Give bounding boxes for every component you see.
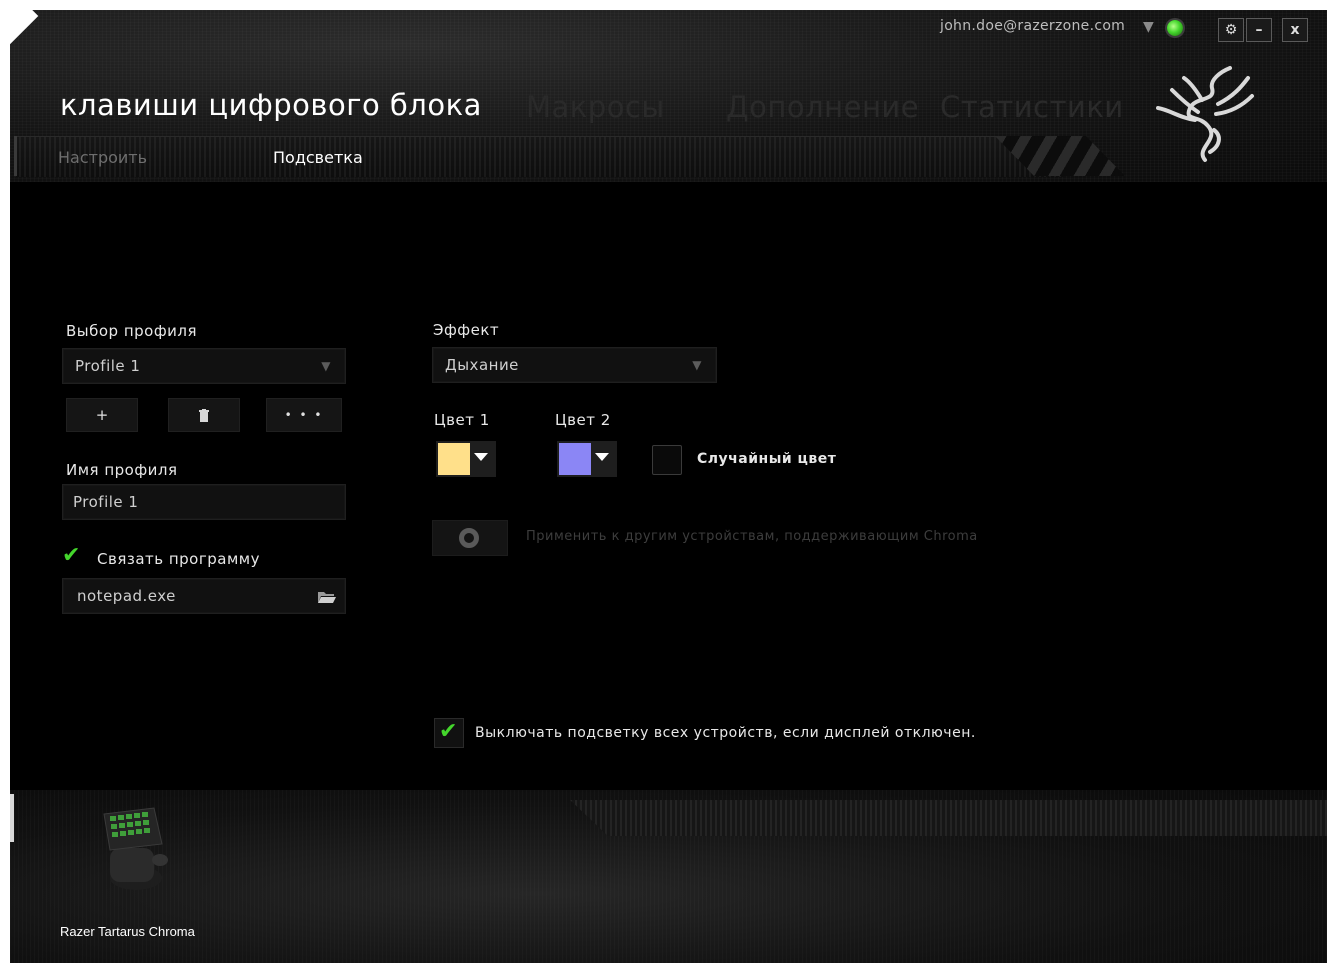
turn-off-lighting-checkbox[interactable]: ✔ bbox=[434, 718, 464, 748]
effect-dropdown-value: Дыхание bbox=[445, 356, 519, 374]
sub-navigation-bar bbox=[14, 136, 1064, 177]
profile-name-input[interactable]: Profile 1 bbox=[62, 484, 346, 520]
device-name: Razer Tartarus Chroma bbox=[60, 924, 195, 939]
close-button[interactable]: x bbox=[1282, 18, 1308, 42]
tab-macros[interactable]: Макросы bbox=[526, 90, 665, 124]
turn-off-lighting-label: Выключать подсветку всех устройств, если… bbox=[475, 725, 976, 741]
keypad-device-icon[interactable] bbox=[96, 804, 176, 894]
chevron-down-icon bbox=[474, 453, 488, 461]
profile-dropdown-value: Profile 1 bbox=[75, 357, 141, 375]
link-program-checkbox[interactable]: ✔ bbox=[62, 543, 84, 568]
minimize-button[interactable]: – bbox=[1246, 18, 1272, 42]
profile-name-label: Имя профиля bbox=[66, 461, 178, 479]
online-status-icon bbox=[1167, 20, 1183, 36]
apply-chroma-toggle[interactable] bbox=[432, 520, 508, 556]
settings-gear-icon[interactable]: ⚙ bbox=[1218, 18, 1244, 42]
effect-label: Эффект bbox=[433, 321, 500, 339]
program-path-value: notepad.exe bbox=[77, 587, 176, 605]
random-color-checkbox[interactable] bbox=[652, 445, 682, 475]
color1-picker[interactable] bbox=[436, 441, 496, 477]
footer-accent bbox=[10, 794, 14, 842]
chroma-ring-icon bbox=[459, 528, 479, 548]
account-dropdown-icon[interactable]: ▼ bbox=[1143, 19, 1154, 35]
color1-swatch bbox=[438, 443, 470, 475]
subtab-lighting[interactable]: Подсветка bbox=[273, 148, 363, 167]
color2-picker[interactable] bbox=[557, 441, 617, 477]
chevron-down-icon: ▼ bbox=[692, 358, 702, 372]
random-color-label: Случайный цвет bbox=[697, 451, 837, 467]
add-profile-button[interactable]: + bbox=[66, 398, 138, 432]
color2-swatch bbox=[559, 443, 591, 475]
folder-icon[interactable] bbox=[317, 590, 337, 604]
profile-dropdown[interactable]: Profile 1 ▼ bbox=[62, 348, 346, 384]
link-program-label: Связать программу bbox=[97, 550, 260, 568]
program-path-field[interactable]: notepad.exe bbox=[62, 578, 346, 614]
subtab-customize[interactable]: Настроить bbox=[58, 148, 147, 167]
page-title: клавиши цифрового блока bbox=[60, 88, 482, 122]
account-email[interactable]: john.doe@razerzone.com bbox=[940, 18, 1125, 34]
profile-select-label: Выбор профиля bbox=[66, 322, 198, 340]
trash-icon bbox=[199, 408, 209, 422]
tab-stats[interactable]: Статистики bbox=[940, 90, 1124, 124]
delete-profile-button[interactable] bbox=[168, 398, 240, 432]
effect-dropdown[interactable]: Дыхание ▼ bbox=[432, 347, 717, 383]
color2-label: Цвет 2 bbox=[555, 411, 611, 429]
color1-label: Цвет 1 bbox=[434, 411, 490, 429]
synapse-window: john.doe@razerzone.com ▼ ⚙ – x клавиши ц… bbox=[10, 10, 1327, 963]
apply-chroma-label: Применить к другим устройствам, поддержи… bbox=[526, 529, 978, 544]
tab-extras[interactable]: Дополнение bbox=[726, 90, 919, 124]
razer-logo-icon bbox=[1156, 66, 1254, 162]
footer-decor-band bbox=[570, 800, 1327, 836]
checkmark-icon: ✔ bbox=[62, 543, 81, 568]
chevron-down-icon bbox=[595, 453, 609, 461]
sub-navigation-accent bbox=[14, 136, 17, 176]
checkmark-icon: ✔ bbox=[439, 719, 458, 744]
more-options-button[interactable]: • • • bbox=[266, 398, 342, 432]
chevron-down-icon: ▼ bbox=[321, 359, 331, 373]
